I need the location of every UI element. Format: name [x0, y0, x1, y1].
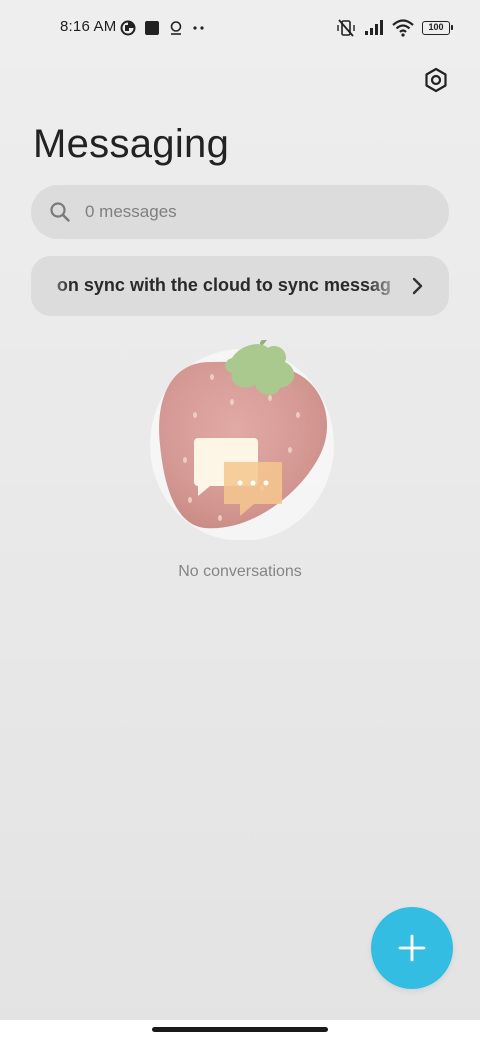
sync-banner-text: urn on sync with the cloud to sync messa…	[56, 275, 391, 296]
sync-fade-right	[366, 256, 406, 316]
home-indicator[interactable]	[152, 1027, 328, 1032]
status-bar: 8:16 AM 100	[0, 0, 480, 56]
new-conversation-button[interactable]	[371, 907, 453, 989]
search-bar[interactable]	[31, 185, 449, 239]
status-time: 8:16 AM	[60, 18, 117, 35]
signal-strength-icon	[365, 20, 383, 35]
data-saver-icon	[120, 20, 136, 36]
wifi-icon	[392, 19, 414, 37]
sync-fade-left	[31, 256, 71, 316]
system-icons: 100	[336, 17, 453, 39]
strawberry-chat-illustration	[150, 340, 334, 540]
hexagon-gear-icon	[425, 67, 447, 93]
notification-icons	[120, 18, 206, 38]
battery-indicator: 100	[422, 21, 453, 35]
chevron-right-icon[interactable]	[406, 275, 428, 297]
location-pin-icon	[170, 21, 182, 35]
search-input[interactable]	[83, 201, 387, 223]
sync-banner-label: urn on sync with the cloud to sync messa…	[56, 275, 391, 295]
page-title: Messaging	[33, 122, 230, 166]
more-notifications-icon	[193, 26, 204, 30]
vibrate-off-icon	[337, 19, 355, 37]
empty-state-label: No conversations	[178, 563, 302, 580]
plus-icon	[398, 934, 426, 962]
search-icon	[50, 202, 70, 222]
square-app-icon	[145, 21, 159, 35]
settings-button[interactable]	[418, 62, 454, 98]
sync-banner[interactable]: urn on sync with the cloud to sync messa…	[31, 256, 449, 316]
